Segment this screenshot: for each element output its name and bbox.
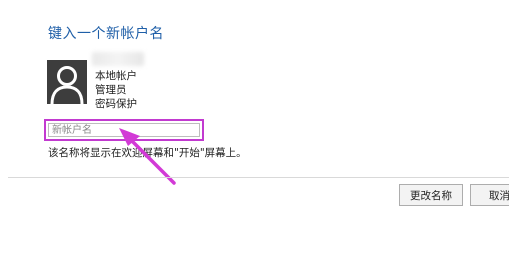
account-protection: 密码保护	[95, 98, 137, 110]
name-hint: 该名称将显示在欢迎屏幕和"开始"屏幕上。	[48, 147, 247, 159]
cancel-button[interactable]: 取消	[470, 184, 509, 206]
rename-account-dialog: 键入一个新帐户名 本地帐户 管理员 密码保护 该名称将显示在欢迎屏幕和"开始"屏…	[0, 0, 509, 261]
dialog-title: 键入一个新帐户名	[48, 26, 164, 42]
footer-divider	[8, 177, 509, 178]
account-type: 本地帐户	[95, 70, 137, 82]
rename-button[interactable]: 更改名称	[399, 184, 463, 206]
account-role: 管理员	[95, 84, 127, 96]
new-account-name-input[interactable]	[48, 123, 200, 137]
blurred-account-name	[92, 52, 144, 66]
name-input-highlight	[44, 119, 204, 141]
user-avatar-icon	[47, 60, 87, 104]
account-info: 本地帐户 管理员 密码保护	[95, 69, 137, 111]
